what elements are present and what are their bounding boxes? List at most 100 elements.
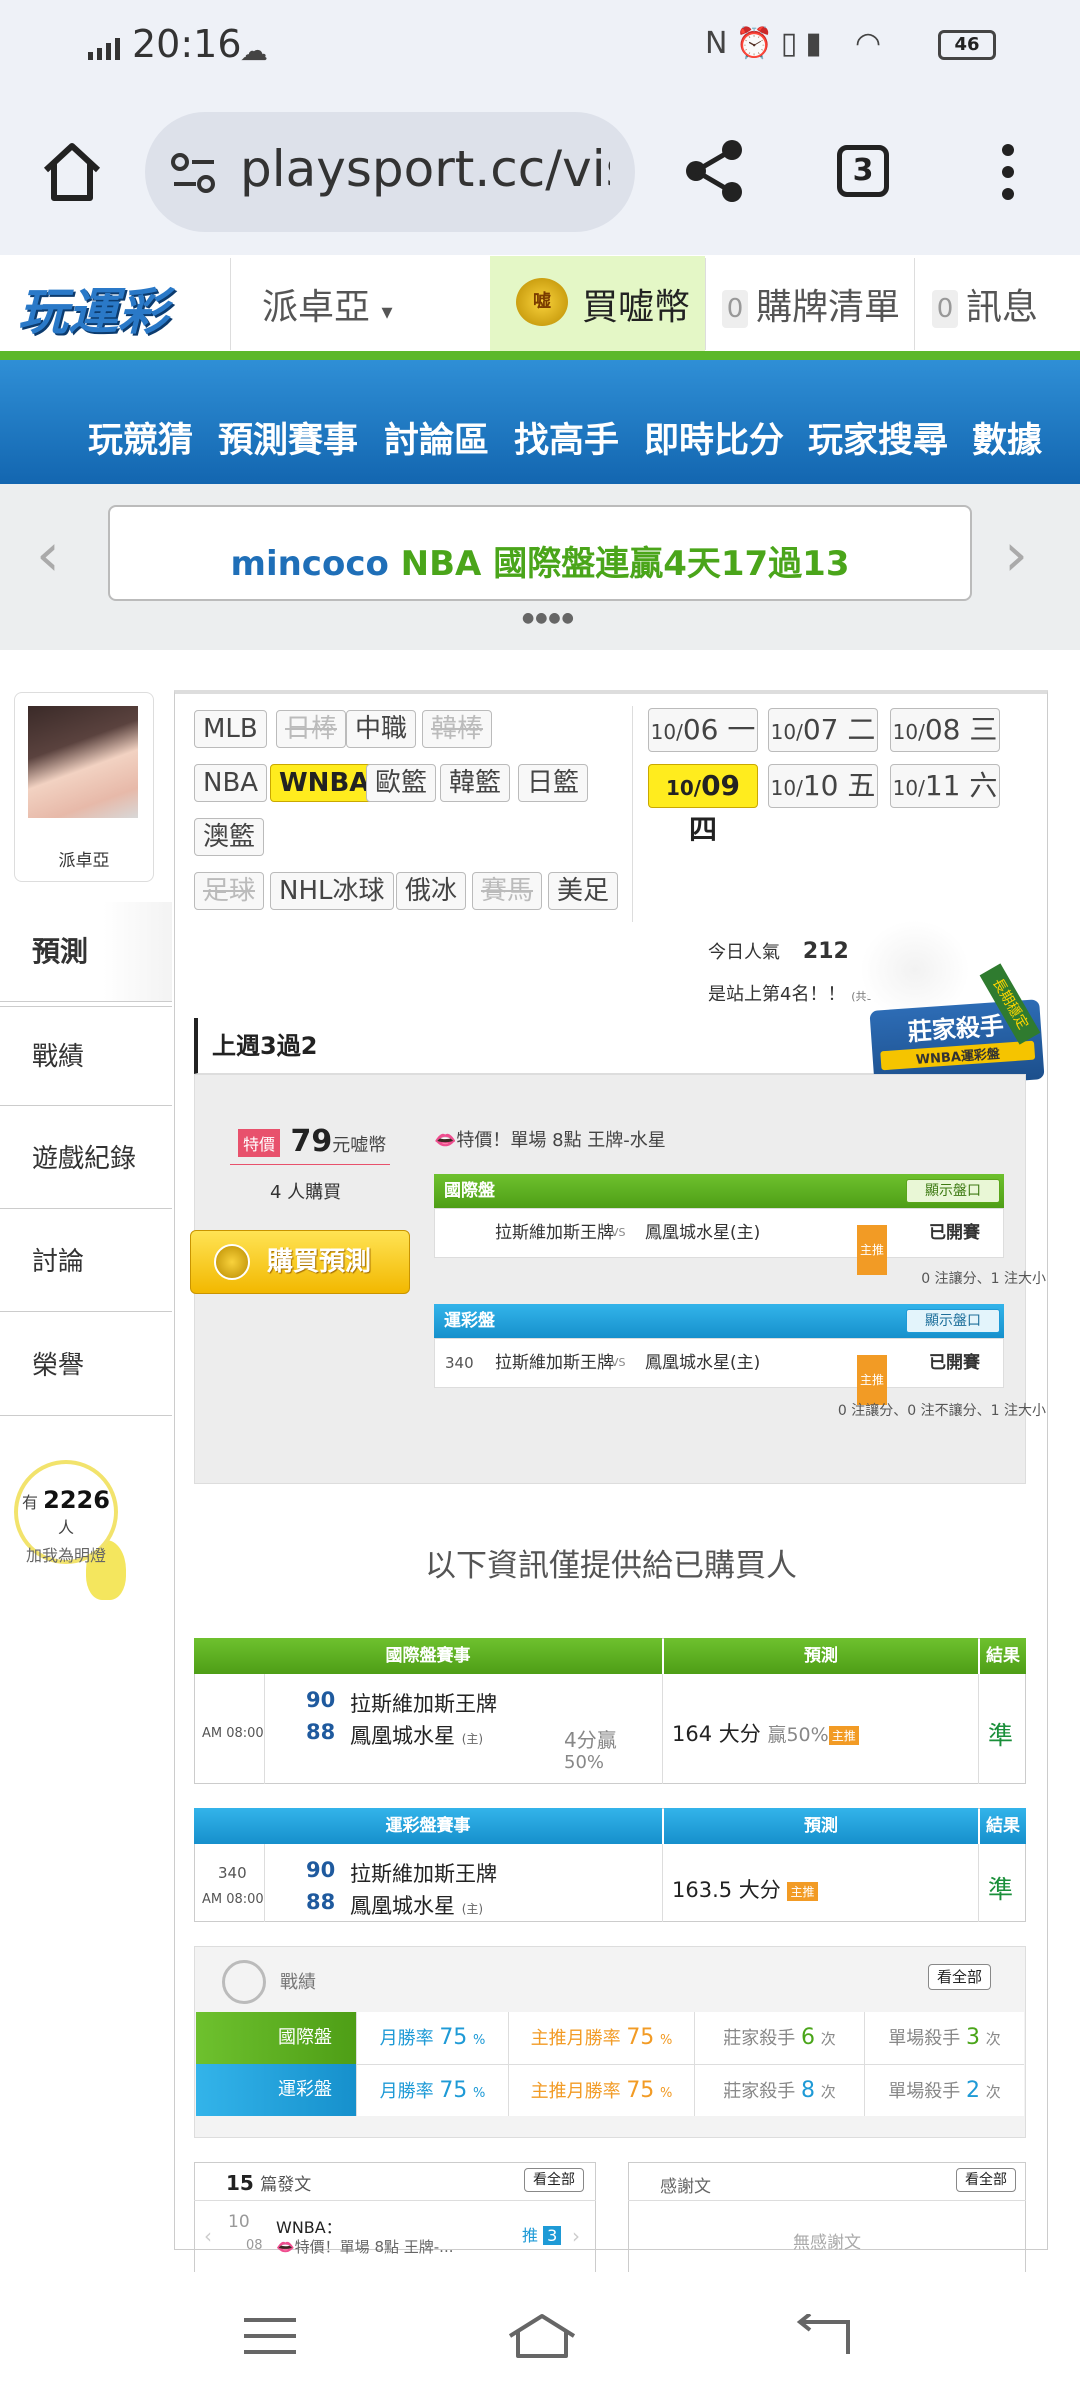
buy-label: 購買預測 (267, 1247, 372, 1277)
vs-label: VS (611, 1356, 626, 1369)
profile-name: 派卓亞 (58, 851, 110, 871)
league-tab-japan-basketball[interactable]: 日籃 (518, 764, 589, 802)
away-team: 拉斯維加斯王牌 (350, 1692, 497, 1716)
carousel-dots[interactable]: ●●●● (522, 610, 575, 626)
home-nav-icon[interactable] (506, 2312, 578, 2360)
record-value: 75 (439, 2078, 468, 2103)
league-tab-mlb[interactable]: MLB (194, 710, 267, 748)
nav-item-player-search[interactable]: 玩家搜尋 (808, 412, 948, 463)
record-metric: 單場殺手 (888, 2081, 961, 2102)
home-icon[interactable] (40, 140, 104, 204)
show-odds-button[interactable]: 顯示盤口 (906, 1179, 1000, 1203)
divider (978, 1844, 979, 1922)
nav-item-forum[interactable]: 討論區 (384, 412, 489, 463)
record-value: 3 (965, 2025, 980, 2050)
lottery-market-note: 0 注讓分、0 注不讓分、1 注大小 (837, 1403, 1046, 1419)
record-unit: 次 (820, 2083, 836, 2101)
nav-item-data[interactable]: 數據 (972, 412, 1042, 463)
nav-item-experts[interactable]: 找高手 (514, 412, 619, 463)
record-unit: 次 (985, 2083, 1001, 2101)
league-tab-khl[interactable]: 俄冰 (396, 872, 467, 910)
show-odds-button[interactable]: 顯示盤口 (906, 1309, 1000, 1333)
date-tab-1006[interactable]: 10/06 一 (648, 708, 758, 752)
date-tab-1010[interactable]: 10/10 五 (768, 764, 878, 808)
user-dropdown[interactable]: 派卓亞 ▾ (262, 278, 393, 330)
sidebar-item-predict[interactable]: 預測 (0, 902, 172, 1002)
game-number: 340 (445, 1354, 474, 1372)
post-excerpt[interactable]: 👄特價！單場 8點 王牌-... (276, 2236, 486, 2257)
view-all-thanks-button[interactable]: 看全部 (956, 2168, 1016, 2192)
date-tab-1007[interactable]: 10/07 二 (768, 708, 878, 752)
league-tab-aus-basketball[interactable]: 澳籃 (194, 818, 265, 856)
host-label: (主) (461, 1732, 484, 1746)
offer-promo: 👄特價！單場 8點 王牌-水星 (434, 1130, 666, 1151)
record-value: 75 (626, 2025, 655, 2050)
fans-badge[interactable]: 有 2226 人 加我為明燈 (14, 1460, 118, 1565)
view-all-record-button[interactable]: 看全部 (928, 1964, 992, 1990)
chevron-left-icon[interactable]: ‹ (36, 520, 60, 590)
league-tab-wnba[interactable]: WNBA (270, 764, 379, 802)
sidebar-item-record[interactable]: 戰績 (0, 1006, 172, 1106)
share-icon[interactable] (682, 138, 748, 204)
date-tab-1008[interactable]: 10/08 三 (890, 708, 1000, 752)
home-score: 88 (306, 1720, 336, 1744)
record-unit: 次 (820, 2030, 836, 2048)
date-tab-1011[interactable]: 10/11 六 (890, 764, 1000, 808)
record-cell: 單場殺手 2 次 (864, 2064, 1024, 2116)
nav-item-live-score[interactable]: 即時比分 (644, 412, 784, 463)
record-cell: 單場殺手 3 次 (864, 2012, 1024, 2064)
sidebar-item-game-log[interactable]: 遊戲紀錄 (0, 1109, 172, 1209)
game-number: 340 (218, 1864, 247, 1882)
divider (662, 1674, 663, 1784)
date-day: 10 五 (802, 769, 876, 802)
league-tab-nhl[interactable]: NHL冰球 (270, 872, 394, 910)
back-icon[interactable] (796, 2312, 852, 2358)
cart-link[interactable]: 0 購牌清單 (722, 278, 900, 330)
away-score: 90 (306, 1858, 336, 1882)
battery-icon: 46 (938, 30, 996, 60)
date-month: 10/ (665, 776, 702, 800)
record-value: 2 (965, 2078, 980, 2103)
nav-item-predict[interactable]: 預測賽事 (218, 412, 358, 463)
divider (264, 1844, 265, 1922)
record-value: 6 (800, 2025, 815, 2050)
buy-coin-label[interactable]: 買嘘幣 (582, 278, 690, 330)
date-tab-1009[interactable]: 10/09 四 (648, 764, 758, 846)
home-team: 拉斯維加斯王牌 (495, 1353, 614, 1373)
home-score: 88 (306, 1890, 336, 1914)
menu-icon[interactable] (244, 2316, 296, 2356)
league-tab-cpbl[interactable]: 中職 (346, 710, 417, 748)
record-metric: 主推月勝率 (530, 2081, 621, 2102)
banner-text[interactable]: mincoco NBA 國際盤連贏4天17過13 (108, 536, 972, 585)
league-tab-euro-basketball[interactable]: 歐籃 (366, 764, 437, 802)
chevron-right-icon[interactable]: › (1004, 520, 1028, 590)
nav-item-play[interactable]: 玩競猜 (88, 412, 193, 463)
post-push: 推 3 (522, 2222, 562, 2246)
badge-subtitle: WNBA運彩盤 (880, 1040, 1036, 1071)
messages-link[interactable]: 0 訊息 (932, 278, 1038, 330)
record-metric: 莊家殺手 (723, 2028, 796, 2049)
main-pick-tag: 主推 (857, 1225, 888, 1275)
table-header: 結果 (980, 1808, 1026, 1844)
more-options-icon[interactable] (998, 144, 1018, 200)
sidebar-item-discussion[interactable]: 討論 (0, 1212, 172, 1312)
prediction-value: 164 大分 (672, 1722, 761, 1746)
tab-switcher-button[interactable]: 3 (837, 145, 889, 197)
sidebar-item-honor[interactable]: 榮譽 (0, 1316, 172, 1416)
record-value: 75 (626, 2078, 655, 2103)
chevron-left-icon[interactable]: ‹ (204, 2224, 212, 2248)
avatar[interactable] (28, 706, 138, 818)
chevron-right-icon[interactable]: › (572, 2224, 580, 2248)
site-settings-icon[interactable] (170, 152, 218, 196)
league-tab-nfl[interactable]: 美足 (548, 872, 619, 910)
user-name: 派卓亞 (262, 287, 371, 328)
league-tab-nba[interactable]: NBA (194, 764, 268, 802)
date-month: 10/ (892, 720, 925, 744)
discount-tag: 特價 (238, 1128, 281, 1157)
site-logo[interactable]: 玩運彩 (18, 272, 168, 344)
popularity-label: 今日人氣 (708, 942, 780, 963)
league-tab-korea-basketball[interactable]: 韓籃 (440, 764, 511, 802)
post-title[interactable]: WNBA： (276, 2214, 342, 2238)
view-all-posts-button[interactable]: 看全部 (524, 2168, 584, 2192)
table-header: 運彩盤賽事 (194, 1808, 662, 1844)
